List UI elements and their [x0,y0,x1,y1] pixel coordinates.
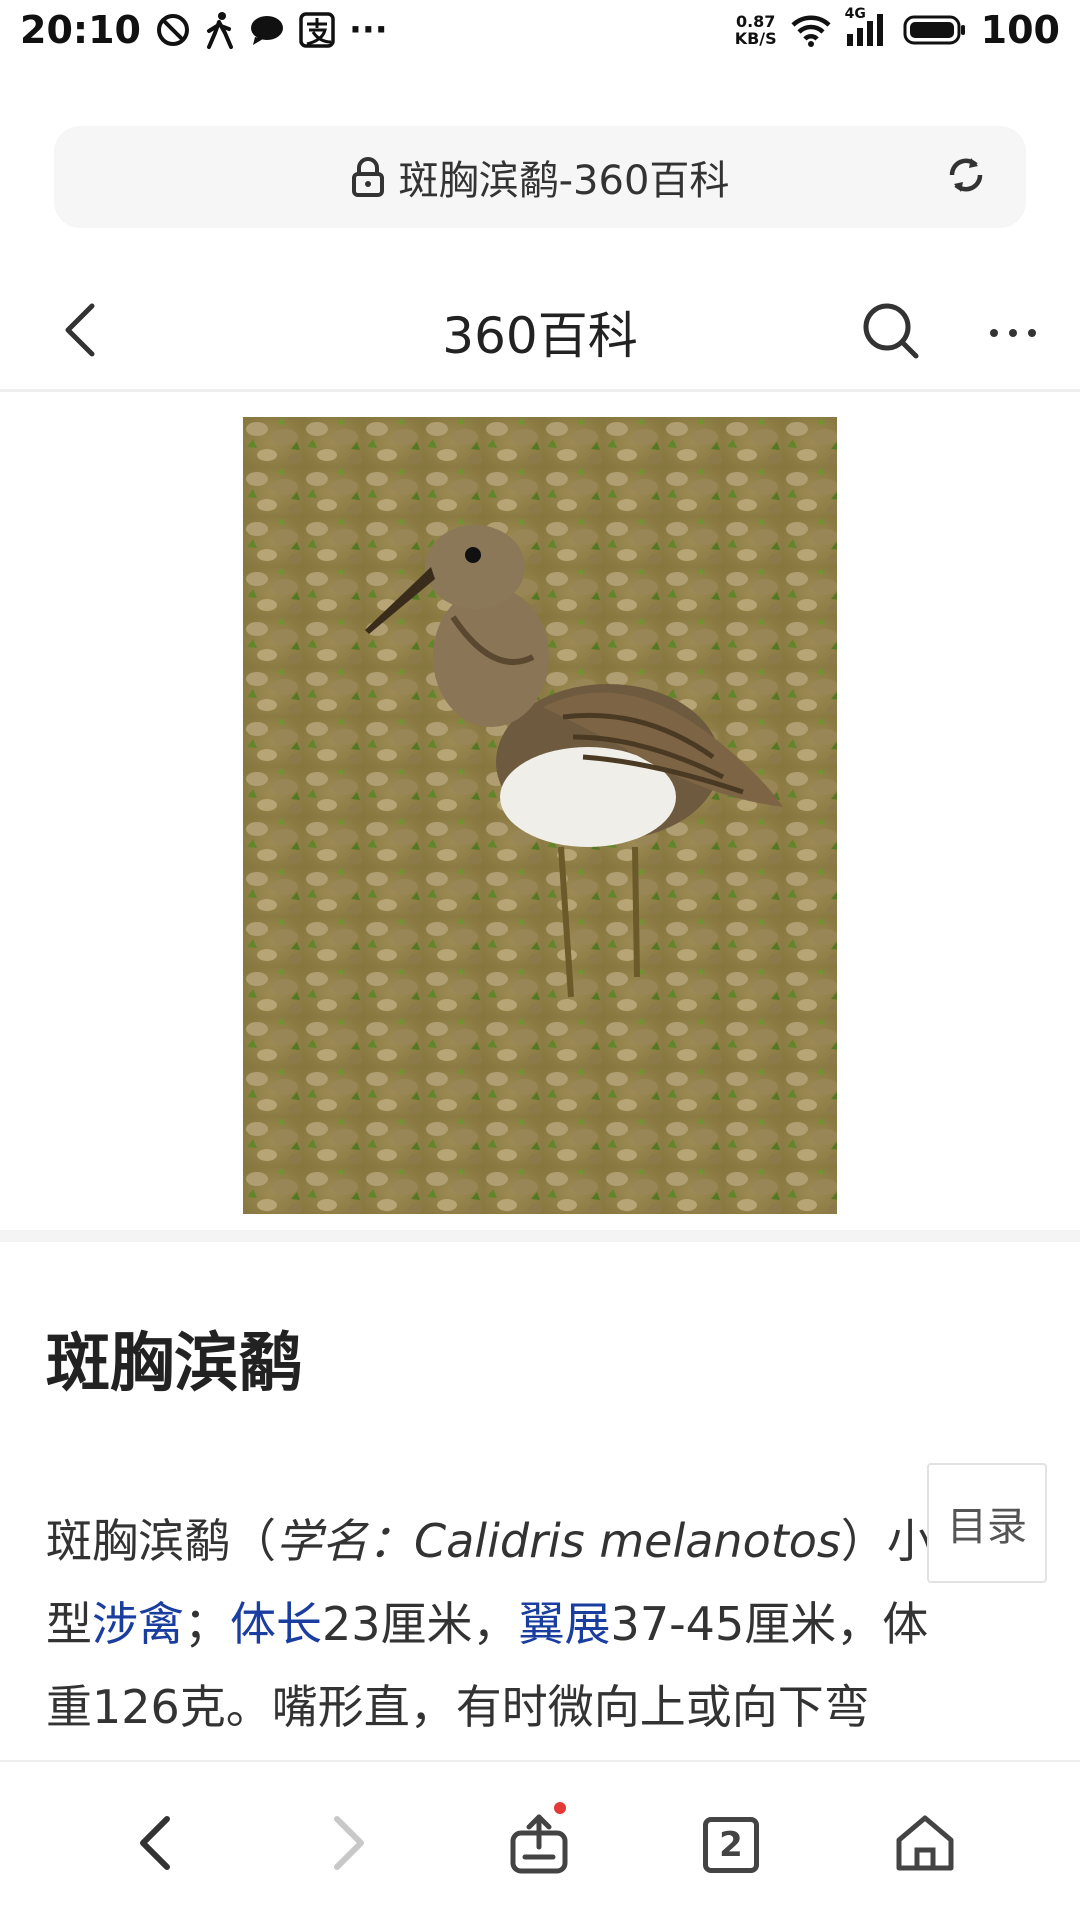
lock-icon [351,157,385,197]
status-right: 0.87 KB/S 4G 100 [735,6,1060,52]
nav-more-button[interactable] [978,298,1048,368]
tabs-icon: 2 [703,1817,759,1873]
alipay-icon [299,12,335,48]
article-image[interactable] [243,417,837,1214]
body-text: ； [184,1597,230,1651]
body-text: 型 [46,1597,92,1651]
status-left: 20:10 ··· [20,8,388,52]
section-divider [0,1230,1080,1242]
reload-icon [943,152,989,202]
bird-photo-illustration [243,417,837,1214]
reload-button[interactable] [940,151,992,203]
body-text: 斑胸滨鹬（ [46,1514,276,1568]
network-speed: 0.87 KB/S [735,13,777,47]
bottom-toolbar: 2 [0,1760,1080,1920]
tab-count: 2 [719,1825,743,1865]
scientific-name: 学名：Calidris melanotos [276,1514,841,1568]
message-icon [249,13,285,47]
more-horizontal-icon [988,324,1038,343]
back-icon [135,1813,175,1877]
browser-screen: 20:10 ··· 0.87 KB/S 4G 100 斑胸滨鹬-360百科 36… [0,0,1080,1920]
address-bar[interactable]: 斑胸滨鹬-360百科 [54,126,1026,228]
search-icon [861,301,921,365]
toolbar-forward-button[interactable] [304,1800,394,1890]
toolbar-home-button[interactable] [880,1800,970,1890]
article-line-2: 型涉禽；体长23厘米，翼展37-45厘米，体 [46,1583,1036,1666]
toc-button[interactable]: 目录 [927,1463,1047,1583]
home-icon [893,1812,957,1878]
status-time: 20:10 [20,8,141,52]
link-body-length[interactable]: 体长 [230,1597,322,1651]
nav-search-button[interactable] [856,298,926,368]
forward-icon [329,1813,369,1877]
battery-level: 100 [980,8,1060,52]
article-title: 斑胸滨鹬 [46,1327,302,1401]
link-wingspan[interactable]: 翼展 [519,1597,611,1651]
link-wading-bird[interactable]: 涉禽 [92,1597,184,1651]
address-content: 斑胸滨鹬-360百科 [351,148,730,206]
notification-dot [554,1802,566,1814]
share-icon [507,1811,571,1879]
status-bar: 20:10 ··· 0.87 KB/S 4G 100 [0,0,1080,60]
article-line-3: 重126克。嘴形直，有时微向上或向下弯 [46,1680,870,1734]
wifi-icon [791,13,831,47]
body-text: ）小 [840,1514,933,1568]
battery-icon [903,14,967,46]
article-line-1: 斑胸滨鹬（学名：Calidris melanotos）小 [46,1500,1036,1583]
toc-label: 目录 [947,1504,1027,1550]
network-type-label: 4G [844,6,866,22]
network-speed-value: 0.87 [735,12,776,31]
article-body: 斑胸滨鹬（学名：Calidris melanotos）小 型涉禽；体长23厘米，… [46,1500,1036,1749]
walking-icon [205,11,235,49]
signal-icon: 4G [845,6,889,48]
body-text: 23厘米， [322,1597,519,1651]
toolbar-share-button[interactable] [494,1800,584,1890]
toolbar-tabs-button[interactable]: 2 [686,1800,776,1890]
do-not-disturb-icon [155,12,191,48]
network-speed-unit: KB/S [734,29,777,48]
address-page-title: 斑胸滨鹬-360百科 [398,158,730,204]
toolbar-back-button[interactable] [110,1800,200,1890]
more-dots-icon: ··· [348,10,388,50]
page-nav-bar: 360百科 [0,272,1080,392]
body-text: 37-45厘米，体 [610,1597,929,1651]
